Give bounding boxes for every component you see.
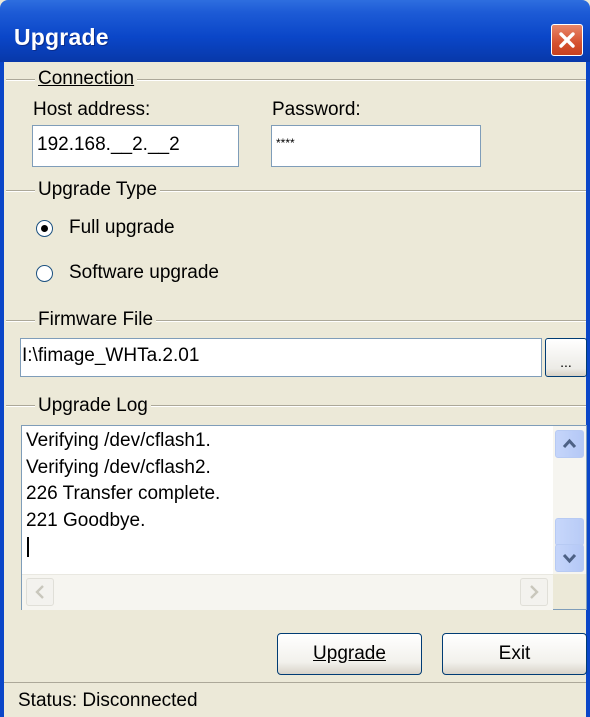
upgrade-button[interactable]: Upgrade <box>277 633 422 675</box>
text-caret <box>27 537 29 557</box>
title-bar[interactable]: Upgrade <box>0 0 590 62</box>
close-icon <box>559 32 575 48</box>
full-upgrade-label[interactable]: Full upgrade <box>69 217 175 239</box>
chevron-left-icon <box>35 585 44 599</box>
software-upgrade-radio[interactable] <box>36 265 53 282</box>
full-upgrade-radio[interactable] <box>36 220 53 237</box>
log-line: 226 Transfer complete. <box>26 483 221 504</box>
window-title: Upgrade <box>14 24 109 50</box>
upgrade-button-label: Upgrade <box>313 643 386 664</box>
radio-selected-dot <box>41 225 48 232</box>
host-address-input[interactable]: 192.168.__2.__2 <box>32 125 239 167</box>
password-input[interactable]: **** <box>271 125 481 167</box>
exit-button[interactable]: Exit <box>442 633 587 675</box>
scroll-thumb[interactable] <box>555 518 584 546</box>
log-line: Verifying /dev/cflash2. <box>26 457 211 478</box>
log-line: Verifying /dev/cflash1. <box>26 430 211 451</box>
scroll-up-button[interactable] <box>555 430 584 458</box>
window-frame-left <box>0 62 4 717</box>
scroll-right-button[interactable] <box>520 578 548 606</box>
software-upgrade-label[interactable]: Software upgrade <box>69 262 219 284</box>
browse-button[interactable]: ... <box>545 338 587 377</box>
scrollbar-corner <box>553 574 586 609</box>
close-button[interactable] <box>551 24 583 56</box>
upgrade-type-group-label: Upgrade Type <box>35 179 161 201</box>
log-group-label: Upgrade Log <box>35 395 151 417</box>
chevron-down-icon <box>562 553 577 564</box>
connection-group-label: Connection <box>35 68 138 90</box>
host-address-label: Host address: <box>33 99 151 120</box>
upgrade-dialog: Upgrade Connection Host address: 192.168… <box>0 0 590 717</box>
window-frame-right <box>586 62 590 717</box>
log-horizontal-scrollbar[interactable] <box>22 574 553 610</box>
chevron-up-icon <box>562 438 577 449</box>
log-line: 221 Goodbye. <box>26 510 146 531</box>
status-bar: Status: Disconnected <box>4 682 586 717</box>
status-text: Status: Disconnected <box>18 690 198 711</box>
scroll-left-button[interactable] <box>26 578 54 606</box>
firmware-path-input[interactable]: I:\fimage_WHTa.2.01 <box>20 338 542 377</box>
password-label: Password: <box>272 99 361 120</box>
scroll-down-button[interactable] <box>555 544 584 572</box>
connection-group-label-text: Connection <box>38 68 135 89</box>
log-vertical-scrollbar[interactable] <box>553 426 586 574</box>
chevron-right-icon <box>530 585 539 599</box>
firmware-group-label: Firmware File <box>35 309 157 331</box>
